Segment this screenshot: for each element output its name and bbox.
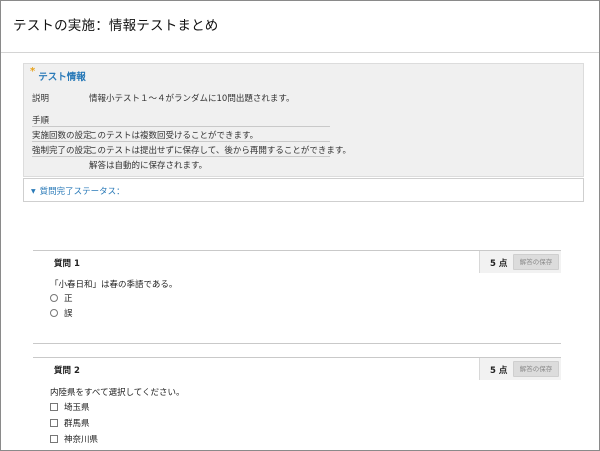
info-value: 解答は自動的に保存されます。: [89, 161, 208, 171]
answer-option[interactable]: 神奈川県: [50, 433, 98, 445]
question-status-label: 質問完了ステータス：: [39, 187, 125, 197]
save-answer-button[interactable]: 解答の保存: [513, 254, 559, 270]
info-row-description: 説明 情報小テスト１～４がランダムに10問出題されます。: [32, 92, 330, 104]
info-value: このテストは複数回受けることができます。: [89, 131, 259, 141]
question-title: 質問 2: [54, 366, 80, 376]
answer-option[interactable]: 誤: [50, 307, 73, 319]
page-title: テストの実施：情報テストまとめ: [13, 18, 219, 34]
checkbox[interactable]: [50, 435, 58, 443]
question-text: 「小春日和」は春の季語である。: [50, 280, 178, 290]
option-label: 埼玉県: [64, 403, 90, 413]
radio-button[interactable]: [50, 309, 58, 317]
info-label: 説明: [32, 94, 50, 104]
test-info-title: テスト情報: [38, 72, 86, 83]
star-icon: *: [30, 66, 36, 77]
question-title: 質問 1: [54, 259, 80, 269]
save-answer-button[interactable]: 解答の保存: [513, 361, 559, 377]
option-label: 正: [64, 294, 73, 304]
info-row-procedure: 手順: [32, 114, 330, 127]
info-value: 情報小テスト１～４がランダムに10問出題されます。: [89, 94, 295, 104]
question-header: 質問 2 5 点 解答の保存: [33, 357, 561, 380]
info-row-attempts: 実施回数の設定 このテストは複数回受けることができます。: [32, 129, 330, 142]
checkbox[interactable]: [50, 419, 58, 427]
info-row-force-complete: 強制完了の設定 このテストは提出せずに保存して、後から再開することができます。: [32, 144, 351, 157]
checkbox[interactable]: [50, 403, 58, 411]
answer-option[interactable]: 群馬県: [50, 417, 90, 429]
question-points-box: 5 点 解答の保存: [479, 251, 561, 273]
question-points-box: 5 点 解答の保存: [479, 358, 561, 380]
expand-arrow-icon: ▼: [31, 187, 36, 195]
title-divider: [1, 52, 599, 53]
option-label: 群馬県: [64, 419, 90, 429]
info-label: 実施回数の設定: [32, 131, 92, 141]
info-value: このテストは提出せずに保存して、後から再開することができます。: [89, 146, 351, 156]
question-status-panel: ▼ 質問完了ステータス：: [23, 178, 584, 202]
option-label: 神奈川県: [64, 435, 99, 445]
question-text: 内陸県をすべて選択してください。: [50, 388, 185, 398]
answer-option[interactable]: 埼玉県: [50, 401, 90, 413]
question-status-toggle[interactable]: ▼ 質問完了ステータス：: [31, 185, 125, 197]
option-label: 誤: [64, 309, 73, 319]
info-label: 手順: [32, 116, 50, 126]
question-header: 質問 1 5 点 解答の保存: [33, 250, 561, 273]
question-points: 5 点: [490, 259, 508, 269]
test-info-panel: * テスト情報 説明 情報小テスト１～４がランダムに10問出題されます。 手順 …: [23, 63, 584, 177]
answer-option[interactable]: 正: [50, 292, 73, 304]
info-label: 強制完了の設定: [32, 146, 92, 156]
question-divider: [33, 343, 561, 344]
info-row-autosave: 解答は自動的に保存されます。: [32, 159, 330, 171]
test-info-heading[interactable]: * テスト情報: [30, 66, 86, 84]
radio-button[interactable]: [50, 294, 58, 302]
question-points: 5 点: [490, 366, 508, 376]
